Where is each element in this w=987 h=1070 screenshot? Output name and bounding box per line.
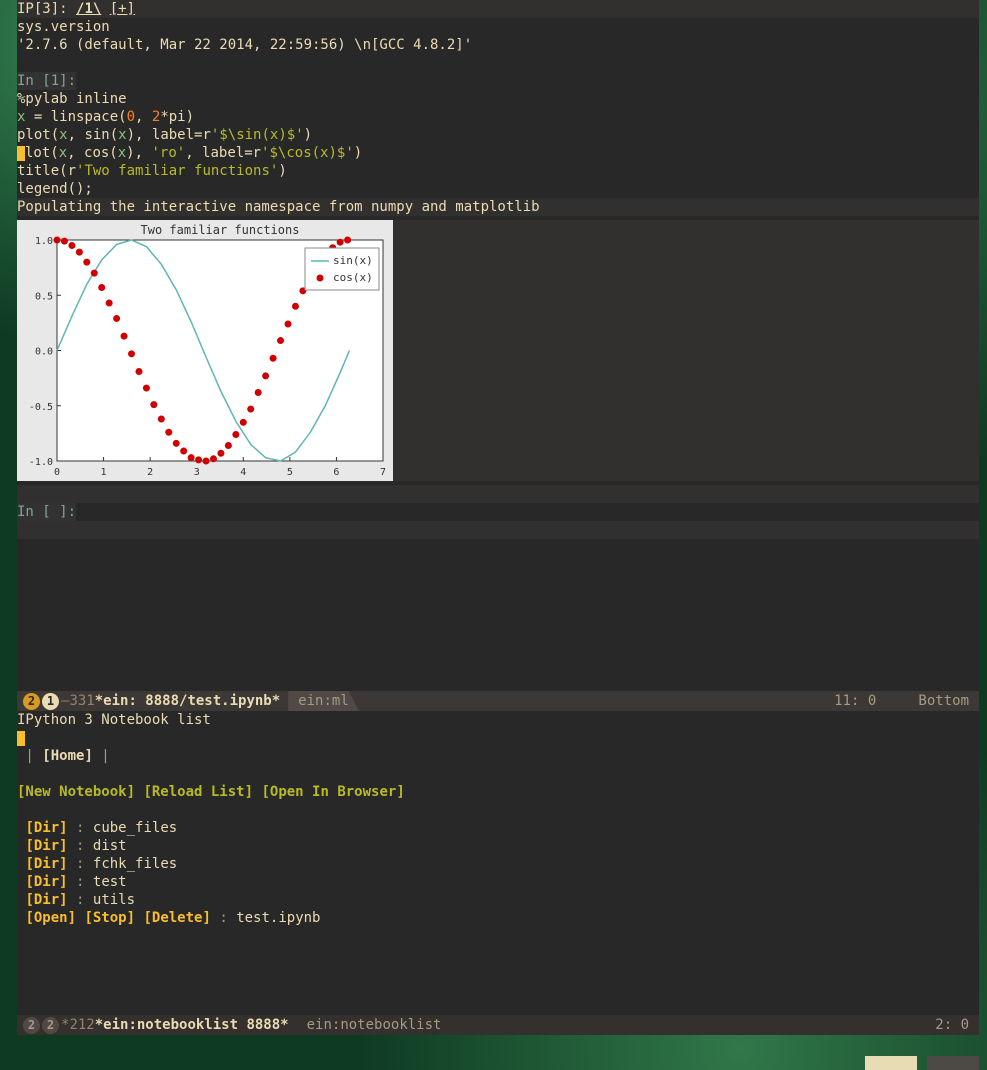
breadcrumb: | [Home] | xyxy=(17,747,979,765)
code-line[interactable]: %pylab inline xyxy=(17,90,979,108)
output-line: '2.7.6 (default, Mar 22 2014, 22:59:56) … xyxy=(17,36,979,54)
chart-plot: Two familiar functions -1.0 -0.5 0.0 0.5 1.0 0… xyxy=(17,220,393,481)
svg-text:3: 3 xyxy=(194,467,200,478)
dir-name[interactable]: fchk_files xyxy=(93,856,177,872)
delete-link[interactable]: [Delete] xyxy=(143,910,210,926)
major-mode: ein:ml xyxy=(288,691,359,711)
emacs-window: IP[3]: /1\ [+] sys.version '2.7.6 (defau… xyxy=(17,0,979,1035)
reload-button[interactable]: [Reload List] xyxy=(143,784,253,800)
workspace-badge[interactable]: 2 xyxy=(23,1017,40,1034)
svg-text:4: 4 xyxy=(240,467,246,478)
cursor xyxy=(17,146,25,161)
dir-link[interactable]: [Dir] xyxy=(25,856,67,872)
svg-text:1.0: 1.0 xyxy=(35,236,53,247)
svg-text:cos(x): cos(x) xyxy=(333,271,373,284)
dir-link[interactable]: [Dir] xyxy=(25,892,67,908)
tab-prefix: IP[3]: xyxy=(17,1,76,17)
window-badge[interactable]: 2 xyxy=(42,1017,59,1034)
tab-active[interactable]: /1\ xyxy=(76,1,101,17)
cursor-line xyxy=(17,729,979,747)
workspace-badge[interactable]: 2 xyxy=(23,693,40,710)
in-prompt: In [ ]: xyxy=(17,503,76,521)
bottom-pane: IPython 3 Notebook list | [Home] | [New … xyxy=(17,711,979,1015)
buffer-name[interactable]: *ein: 8888/test.ipynb* xyxy=(95,693,280,709)
svg-text:7: 7 xyxy=(380,467,386,478)
svg-text:-1.0: -1.0 xyxy=(29,457,53,468)
dir-link[interactable]: [Dir] xyxy=(25,820,67,836)
cell-header[interactable]: In [ ]: xyxy=(17,503,979,521)
open-browser-button[interactable]: [Open In Browser] xyxy=(261,784,404,800)
list-item: [Open] [Stop] [Delete] : test.ipynb xyxy=(17,909,979,927)
blank-line xyxy=(17,801,979,819)
tab-bar: IP[3]: /1\ [+] xyxy=(17,0,979,18)
code-line[interactable]: plot(x, sin(x), label=r'$\sin(x)$') xyxy=(17,126,979,144)
dir-name[interactable]: utils xyxy=(93,892,135,908)
cursor xyxy=(17,731,25,746)
svg-text:5: 5 xyxy=(287,467,293,478)
mode-line-bottom: 2 2 * 212 *ein:notebooklist 8888* ein:no… xyxy=(17,1015,979,1035)
notebook-list-title: IPython 3 Notebook list xyxy=(17,711,979,729)
svg-text:Two familiar functions: Two familiar functions xyxy=(141,223,300,237)
code-line[interactable]: x = linspace(0, 2*pi) xyxy=(17,108,979,126)
code-line[interactable]: lot(x, cos(x), 'ro', label=r'$\cos(x)$') xyxy=(17,144,979,162)
blank-line xyxy=(17,765,979,783)
svg-text:0: 0 xyxy=(54,467,60,478)
buffer-name[interactable]: *ein:notebooklist 8888* xyxy=(95,1017,289,1033)
code-line[interactable]: legend(); xyxy=(17,180,979,198)
cursor-pos: 11: 0 xyxy=(834,693,876,709)
in-prompt: In [1]: xyxy=(17,72,76,90)
ml-line-num: 212 xyxy=(69,1017,94,1033)
ml-sep: * xyxy=(61,1017,69,1033)
new-notebook-button[interactable]: [New Notebook] xyxy=(17,784,135,800)
svg-text:1: 1 xyxy=(101,467,107,478)
code-line[interactable]: title(r'Two familiar functions') xyxy=(17,162,979,180)
top-pane: IP[3]: /1\ [+] sys.version '2.7.6 (defau… xyxy=(17,0,979,691)
mode-line-top: 2 1 – 331 *ein: 8888/test.ipynb* ein:ml … xyxy=(17,691,979,711)
dir-name[interactable]: cube_files xyxy=(93,820,177,836)
ml-sep: – xyxy=(61,693,69,709)
dir-name[interactable]: test xyxy=(93,874,127,890)
svg-text:2: 2 xyxy=(147,467,153,478)
svg-text:6: 6 xyxy=(333,467,339,478)
svg-text:0.5: 0.5 xyxy=(35,291,53,302)
blank-line xyxy=(17,485,979,503)
file-name[interactable]: test.ipynb xyxy=(236,910,320,926)
cursor-pos: 2: 0 xyxy=(935,1017,969,1033)
list-item: [Dir] : fchk_files xyxy=(17,855,979,873)
taskbar-item[interactable] xyxy=(865,1056,917,1070)
blank-line xyxy=(17,521,979,539)
window-badge[interactable]: 1 xyxy=(42,693,59,710)
dir-link[interactable]: [Dir] xyxy=(25,838,67,854)
action-row: [New Notebook] [Reload List] [Open In Br… xyxy=(17,783,979,801)
stop-link[interactable]: [Stop] xyxy=(84,910,135,926)
major-mode: ein:notebooklist xyxy=(297,1015,452,1035)
home-link[interactable]: [Home] xyxy=(42,748,93,764)
dir-link[interactable]: [Dir] xyxy=(25,874,67,890)
list-item: [Dir] : dist xyxy=(17,837,979,855)
list-item: [Dir] : cube_files xyxy=(17,819,979,837)
cell-header[interactable]: In [1]: xyxy=(17,72,979,90)
output-line: sys.version xyxy=(17,18,979,36)
output-area: Two familiar functions -1.0 -0.5 0.0 0.5 1.0 0… xyxy=(17,220,979,481)
svg-text:sin(x): sin(x) xyxy=(333,254,373,267)
scroll-pos: Bottom xyxy=(918,693,969,709)
svg-text:-0.5: -0.5 xyxy=(29,402,53,413)
output-line: Populating the interactive namespace fro… xyxy=(17,198,979,216)
dir-name[interactable]: dist xyxy=(93,838,127,854)
ml-line-num: 331 xyxy=(69,693,94,709)
tab-add-button[interactable]: [+] xyxy=(110,1,135,17)
blank-line xyxy=(17,54,979,72)
list-item: [Dir] : test xyxy=(17,873,979,891)
list-item: [Dir] : utils xyxy=(17,891,979,909)
open-link[interactable]: [Open] xyxy=(25,910,76,926)
svg-text:0.0: 0.0 xyxy=(35,347,53,358)
